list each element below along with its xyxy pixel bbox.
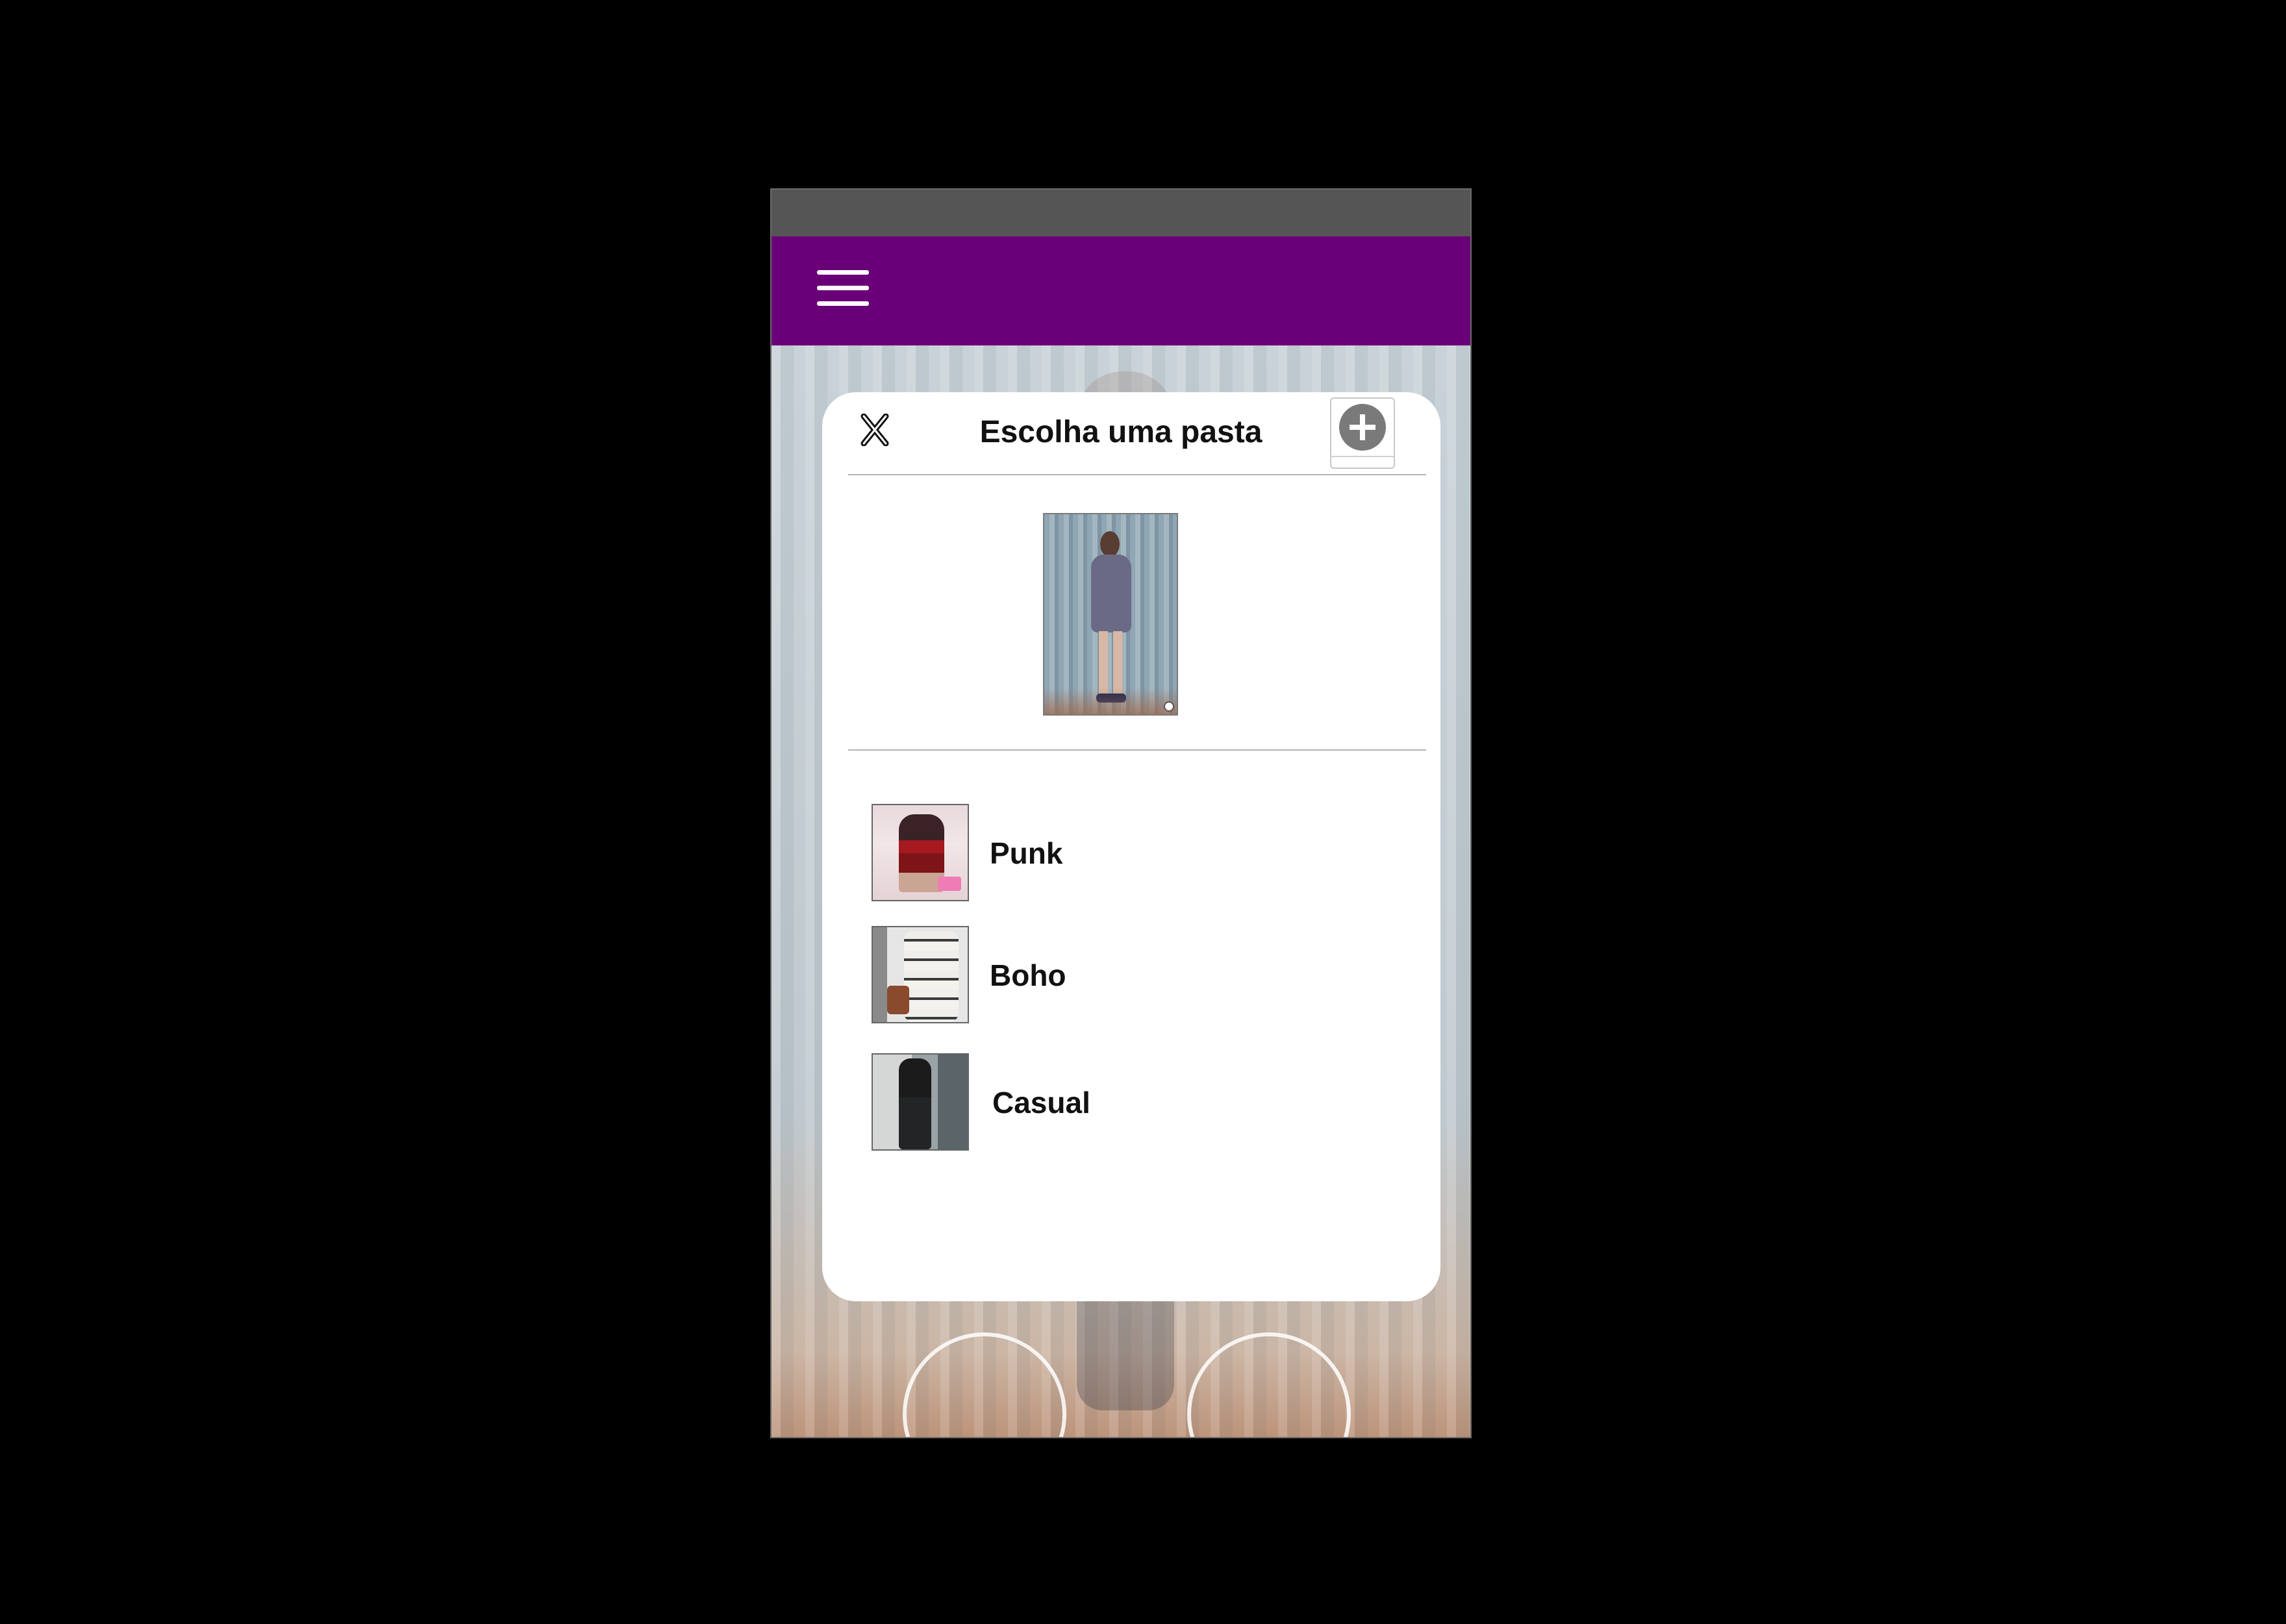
close-icon[interactable] bbox=[859, 412, 891, 448]
app-bar bbox=[772, 236, 1470, 345]
dialog-title: Escolha uma pasta bbox=[979, 415, 1262, 449]
selected-outfit-image bbox=[1043, 513, 1178, 716]
folder-thumbnail bbox=[872, 926, 969, 1023]
folder-label: Punk bbox=[990, 836, 1063, 870]
hamburger-menu-icon[interactable] bbox=[817, 270, 869, 306]
add-folder-icon bbox=[1339, 404, 1386, 451]
folder-item-casual[interactable]: Casual bbox=[872, 1053, 1391, 1152]
folder-item-boho[interactable]: Boho bbox=[872, 926, 1391, 1025]
preview-divider bbox=[848, 749, 1426, 751]
add-folder-button[interactable] bbox=[1330, 397, 1395, 469]
folder-label: Boho bbox=[990, 958, 1066, 992]
status-bar bbox=[772, 190, 1470, 236]
header-divider bbox=[848, 474, 1426, 475]
phone-screen: Escolha uma pasta Punk Boho Casual bbox=[770, 188, 1472, 1438]
choose-folder-dialog: Escolha uma pasta Punk Boho Casual bbox=[822, 392, 1440, 1301]
folder-thumbnail bbox=[872, 1053, 969, 1151]
background-right-action-circle bbox=[1187, 1332, 1351, 1437]
folder-item-punk[interactable]: Punk bbox=[872, 804, 1391, 903]
folder-label: Casual bbox=[992, 1086, 1090, 1119]
background-left-action-circle bbox=[903, 1332, 1066, 1437]
image-badge-icon bbox=[1164, 701, 1174, 712]
folder-thumbnail bbox=[872, 804, 969, 901]
